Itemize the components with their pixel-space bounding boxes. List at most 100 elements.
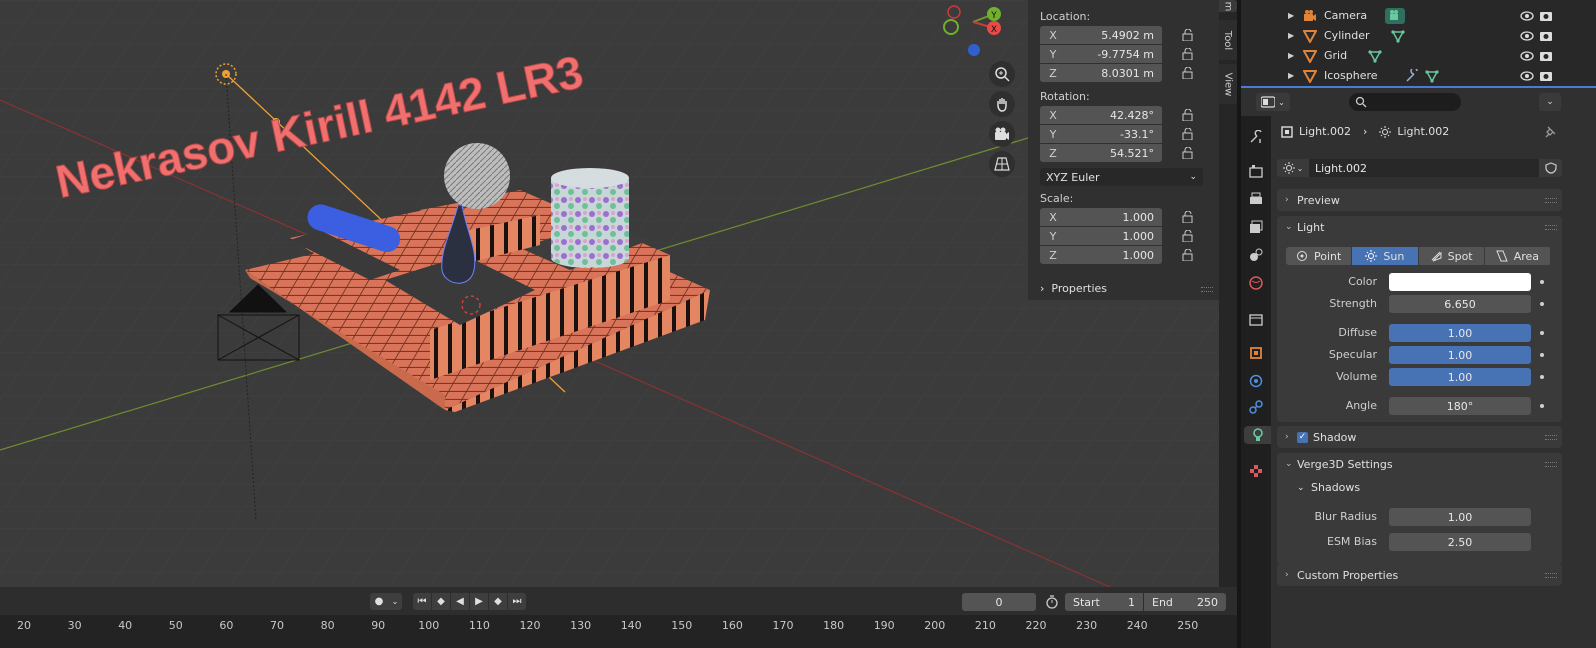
- esm-bias-field[interactable]: 2.50: [1389, 533, 1531, 551]
- eye-icon[interactable]: [1520, 10, 1534, 22]
- blur-radius-field[interactable]: 1.00: [1389, 508, 1531, 526]
- drag-grip[interactable]: [1545, 573, 1557, 578]
- keyframe-dot[interactable]: [1540, 302, 1544, 306]
- drag-grip[interactable]: [1545, 462, 1557, 467]
- render-camera-icon[interactable]: [1539, 70, 1553, 82]
- light-type-sun[interactable]: Sun: [1352, 247, 1419, 265]
- render-camera-icon[interactable]: [1539, 50, 1553, 62]
- keyframe-dot[interactable]: [1540, 331, 1544, 335]
- pan-hand-icon[interactable]: [989, 91, 1015, 117]
- next-keyframe-button[interactable]: ◆: [489, 593, 507, 610]
- shadows-subpanel-header[interactable]: ⌄ Shadows: [1297, 481, 1360, 494]
- expand-arrow-icon[interactable]: ▶: [1288, 51, 1294, 60]
- light-type-spot[interactable]: Spot: [1418, 247, 1485, 265]
- tab-view-layer[interactable]: [1247, 218, 1265, 236]
- custom-properties-panel[interactable]: › Custom Properties: [1277, 564, 1562, 586]
- eye-icon[interactable]: [1520, 50, 1534, 62]
- play-reverse-button[interactable]: ◀: [451, 593, 469, 610]
- color-swatch[interactable]: [1389, 273, 1531, 291]
- outliner-row-camera[interactable]: ▶ Camera: [1241, 6, 1596, 25]
- scale-z-field[interactable]: Z 1.000: [1040, 246, 1162, 264]
- lock-icon[interactable]: [1181, 67, 1195, 79]
- properties-subpanel-toggle[interactable]: › Properties: [1040, 282, 1107, 295]
- location-x-field[interactable]: X 5.4902 m: [1040, 26, 1162, 44]
- tab-render[interactable]: [1247, 162, 1265, 180]
- render-camera-icon[interactable]: [1539, 10, 1553, 22]
- datablock-name-field[interactable]: Light.002: [1309, 159, 1539, 177]
- tab-item[interactable]: m: [1219, 0, 1237, 12]
- location-z-field[interactable]: Z 8.0301 m: [1040, 64, 1162, 82]
- perspective-grid-icon[interactable]: [989, 151, 1015, 177]
- jump-start-button[interactable]: ⏮: [413, 593, 431, 610]
- modifier-wrench-icon[interactable]: [1405, 68, 1421, 83]
- frame-ruler[interactable]: 20 30 40 50 60 70 80 90 100 110 120 130 140 150 160 170…: [0, 615, 1237, 648]
- expand-arrow-icon[interactable]: ▶: [1288, 31, 1294, 40]
- lock-icon[interactable]: [1181, 48, 1195, 60]
- verge3d-panel-header[interactable]: ⌄ Verge3D Settings: [1277, 453, 1562, 475]
- keyframe-dot[interactable]: [1540, 353, 1544, 357]
- properties-search-input[interactable]: [1349, 93, 1461, 111]
- keyframe-dot[interactable]: [1540, 404, 1544, 408]
- eye-icon[interactable]: [1520, 30, 1534, 42]
- rotation-y-field[interactable]: Y -33.1°: [1040, 125, 1162, 143]
- tab-world[interactable]: [1247, 274, 1265, 292]
- tab-view[interactable]: View: [1219, 64, 1237, 104]
- lock-icon[interactable]: [1181, 109, 1195, 121]
- camera-view-icon[interactable]: [989, 121, 1015, 147]
- eye-icon[interactable]: [1520, 70, 1534, 82]
- mesh-data-icon[interactable]: [1368, 49, 1382, 63]
- tab-output[interactable]: [1247, 190, 1265, 208]
- tab-constraints[interactable]: [1247, 398, 1265, 416]
- stopwatch-icon[interactable]: [1045, 595, 1059, 609]
- fake-user-button[interactable]: [1539, 159, 1562, 177]
- strength-field[interactable]: 6.650: [1389, 295, 1531, 313]
- tab-scene[interactable]: [1247, 246, 1265, 264]
- drag-grip[interactable]: [1545, 225, 1557, 230]
- keying-options-dropdown[interactable]: ⌄: [388, 593, 402, 610]
- start-frame-field[interactable]: Start 1: [1065, 593, 1143, 611]
- location-y-field[interactable]: Y -9.7754 m: [1040, 45, 1162, 63]
- end-frame-field[interactable]: End 250: [1144, 593, 1226, 611]
- light-type-browse[interactable]: ⌄: [1277, 159, 1309, 177]
- lock-icon[interactable]: [1181, 249, 1195, 261]
- auto-keying-button[interactable]: ●: [370, 593, 388, 610]
- tab-physics[interactable]: [1247, 372, 1265, 390]
- expand-arrow-icon[interactable]: ▶: [1288, 71, 1294, 80]
- lock-icon[interactable]: [1181, 29, 1195, 41]
- pin-icon[interactable]: [1544, 126, 1556, 138]
- rotation-z-field[interactable]: Z 54.521°: [1040, 144, 1162, 162]
- mesh-data-icon[interactable]: [1425, 69, 1439, 83]
- camera-data-icon[interactable]: [1385, 7, 1405, 24]
- scale-x-field[interactable]: X 1.000: [1040, 208, 1162, 226]
- rotation-mode-select[interactable]: XYZ Euler ⌄: [1040, 168, 1203, 186]
- prev-keyframe-button[interactable]: ◆: [432, 593, 450, 610]
- light-type-point[interactable]: Point: [1286, 247, 1353, 265]
- scale-y-field[interactable]: Y 1.000: [1040, 227, 1162, 245]
- shadow-panel[interactable]: › ✓ Shadow: [1277, 426, 1562, 448]
- lock-icon[interactable]: [1181, 128, 1195, 140]
- editor-type-button[interactable]: ⌄: [1256, 93, 1290, 111]
- orientation-gizmo[interactable]: Y X: [938, 0, 1008, 62]
- tab-object[interactable]: [1247, 344, 1265, 362]
- expand-arrow-icon[interactable]: ▶: [1288, 11, 1294, 20]
- outliner-row-icosphere[interactable]: ▶ Icosphere: [1241, 66, 1596, 85]
- mesh-data-icon[interactable]: [1391, 29, 1405, 43]
- 3d-viewport[interactable]: Nekrasov Kirill 4142 LR3 Y X Location: X…: [0, 0, 1219, 587]
- light-type-area[interactable]: Area: [1484, 247, 1551, 265]
- preview-panel[interactable]: › Preview: [1277, 189, 1562, 211]
- specular-slider[interactable]: 1.00: [1389, 346, 1531, 364]
- drag-grip[interactable]: [1545, 198, 1557, 203]
- render-camera-icon[interactable]: [1539, 30, 1553, 42]
- rotation-x-field[interactable]: X 42.428°: [1040, 106, 1162, 124]
- outliner-row-cylinder[interactable]: ▶ Cylinder: [1241, 26, 1596, 45]
- shadow-checkbox[interactable]: ✓: [1297, 431, 1308, 443]
- light-panel-header[interactable]: ⌄ Light: [1277, 216, 1562, 238]
- tab-tool[interactable]: Tool: [1219, 20, 1237, 60]
- tab-collection[interactable]: [1247, 310, 1265, 328]
- angle-field[interactable]: 180°: [1389, 397, 1531, 415]
- lock-icon[interactable]: [1181, 211, 1195, 223]
- lock-icon[interactable]: [1181, 147, 1195, 159]
- play-button[interactable]: ▶: [470, 593, 488, 610]
- outliner-row-grid[interactable]: ▶ Grid: [1241, 46, 1596, 65]
- keyframe-dot[interactable]: [1540, 375, 1544, 379]
